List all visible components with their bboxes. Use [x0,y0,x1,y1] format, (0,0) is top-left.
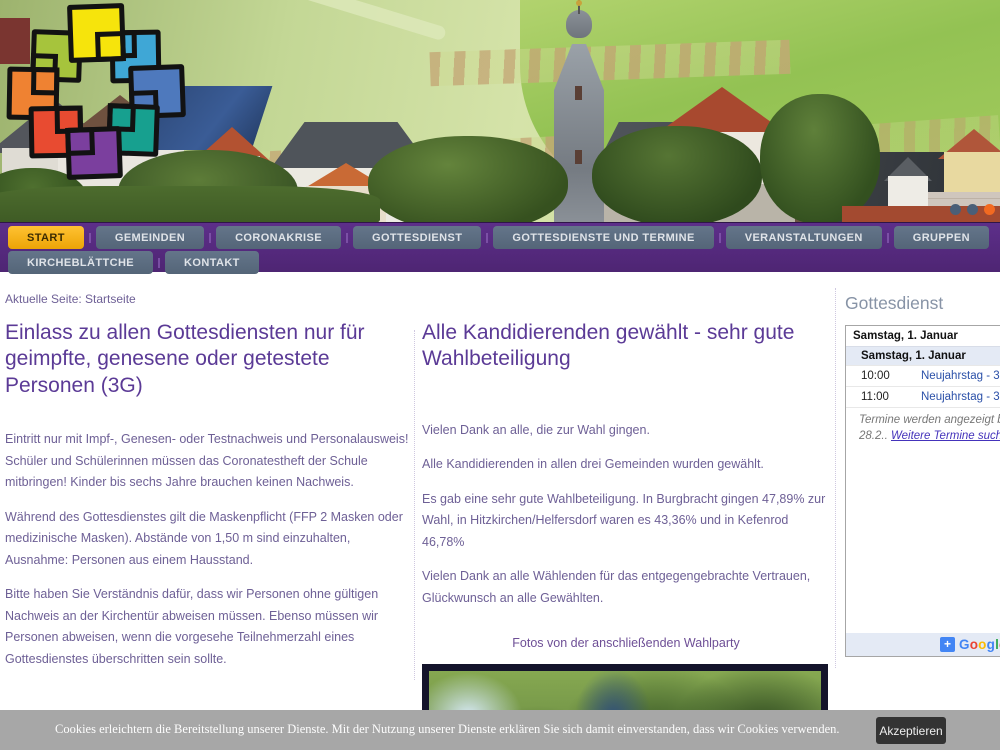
column-divider [835,288,836,668]
article-paragraph: Vielen Dank an alle Wählenden für das en… [422,566,830,609]
google-calendar-badge[interactable]: + Google [940,637,1000,652]
steeple-window [575,86,582,100]
slideshow-dots [950,204,995,215]
article-paragraph: Eintritt nur mit Impf-, Genesen- oder Te… [5,429,413,494]
calendar-range-header: Samstag, 1. Januar [846,326,1000,346]
steeple-window [575,150,582,164]
article-title: Alle Kandidierenden gewählt - sehr gute … [422,320,830,373]
calendar-footer: + Google [846,633,1000,656]
logo-square-purple [65,126,123,180]
hero-tree [760,94,880,222]
nav-item-kontakt[interactable]: KONTAKT [165,251,259,274]
hero-tree [368,136,568,222]
nav-item-gemeinden[interactable]: GEMEINDEN [96,226,204,249]
calendar-day-header: Samstag, 1. Januar [846,346,1000,365]
hero-tree [592,126,762,222]
weitere-termine-link[interactable]: Weitere Termine suchen [891,430,1000,442]
article-paragraph: Es gab eine sehr gute Wahlbeteiligung. I… [422,489,830,554]
page: START GEMEINDEN CORONAKRISE GOTTESDIENST… [0,0,1000,750]
event-time: 11:00 [861,391,921,403]
column-divider [414,330,415,680]
nav-item-start[interactable]: START [8,226,84,249]
nav-item-gottesdienst[interactable]: GOTTESDIENST [353,226,481,249]
nav-item-gottesdienste-und-termine[interactable]: GOTTESDIENSTE UND TERMINE [493,226,713,249]
steeple-finial [576,0,582,6]
note-line1: Termine werden angezeigt bis [859,414,1000,426]
photo-caption: Fotos von der anschließenden Wahlparty [422,636,830,650]
note-prefix: 28.2.. [859,430,891,442]
calendar-note: Termine werden angezeigt bis 28.2.. Weit… [846,407,1000,449]
cookie-accept-button[interactable]: Akzeptieren [876,717,946,744]
slider-dot[interactable] [967,204,978,215]
nav-item-veranstaltungen[interactable]: VERANSTALTUNGEN [726,226,882,249]
calendar-event-row: 10:00 Neujahrstag - 30 [846,365,1000,386]
nav-separator [209,233,211,243]
nav-item-gruppen[interactable]: GRUPPEN [894,226,989,249]
article-3g-einlass: Einlass zu allen Gottesdiensten nur für … [5,320,413,742]
nav-separator [486,233,488,243]
logo-square-yellow [67,3,126,63]
article-wahl: Alle Kandidierenden gewählt - sehr gute … [422,320,830,750]
nav-separator [887,233,889,243]
hero-field-path [223,0,447,41]
main-navigation: START GEMEINDEN CORONAKRISE GOTTESDIENST… [0,222,1000,272]
article-paragraph: Während des Gottesdienstes gilt die Mask… [5,507,413,572]
slider-dot-active[interactable] [984,204,995,215]
calendar-event-row: 11:00 Neujahrstag - 30 [846,386,1000,407]
breadcrumb: Aktuelle Seite: Startseite [5,292,136,306]
site-logo[interactable] [0,0,200,195]
article-paragraph: Vielen Dank an alle, die zur Wahl gingen… [422,420,830,442]
google-letter: g [987,637,995,652]
nav-separator [719,233,721,243]
nav-item-kircheblaettche[interactable]: KIRCHEBLÄTTCHE [8,251,153,274]
cookie-message: Cookies erleichtern die Bereitstellung u… [55,722,795,737]
nav-item-coronakrise[interactable]: CORONAKRISE [216,226,341,249]
google-letter: o [978,637,986,652]
gottesdienst-calendar-widget: Samstag, 1. Januar Samstag, 1. Januar 10… [845,325,1000,657]
nav-separator [158,258,160,268]
nav-separator [346,233,348,243]
google-letter: G [959,637,970,652]
event-time: 10:00 [861,370,921,382]
nav-row-1: START GEMEINDEN CORONAKRISE GOTTESDIENST… [0,226,1000,249]
header-hero-image [0,0,1000,222]
slider-dot[interactable] [950,204,961,215]
google-plus-icon: + [940,637,955,652]
google-logo: Google [959,637,1000,652]
steeple-cupola [566,10,592,38]
nav-row-2: KIRCHEBLÄTTCHE KONTAKT [0,251,1000,274]
sidebar-title: Gottesdienst [845,293,943,314]
event-link[interactable]: Neujahrstag - 30 [921,370,1000,382]
event-link[interactable]: Neujahrstag - 30 [921,391,1000,403]
cookie-banner: Cookies erleichtern die Bereitstellung u… [0,710,1000,750]
google-letter: o [970,637,978,652]
article-paragraph: Bitte haben Sie Verständnis dafür, dass … [5,584,413,670]
article-title: Einlass zu allen Gottesdiensten nur für … [5,320,413,399]
nav-separator [89,233,91,243]
article-paragraph: Alle Kandidierenden in allen drei Gemein… [422,454,830,476]
